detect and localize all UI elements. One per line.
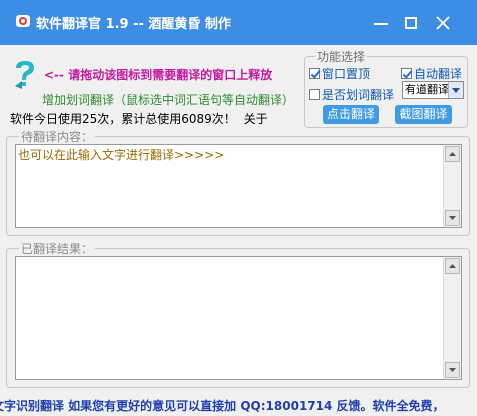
arrow-down-icon bbox=[449, 368, 456, 372]
engine-select[interactable]: 有道翻译 bbox=[402, 81, 464, 99]
auto-translate-label: 自动翻译 bbox=[414, 67, 463, 81]
checkbox-checked-icon bbox=[309, 68, 320, 79]
input-scrollbar[interactable] bbox=[443, 145, 461, 227]
close-button[interactable] bbox=[428, 8, 458, 38]
engine-selected-value: 有道翻译 bbox=[405, 83, 449, 96]
window-title: 软件翻译官 1.9 -- 酒醒黄昏 制作 bbox=[36, 17, 231, 32]
window-top-checkbox[interactable]: 窗口置顶 bbox=[309, 65, 370, 82]
close-icon bbox=[436, 16, 450, 30]
app-window: 软件翻译官 1.9 -- 酒醒黄昏 制作 <-- 请拖动该图标到需要翻译的窗口上… bbox=[0, 0, 477, 416]
usage-count-text: 软件今日使用25次，累计总使用6089次！ bbox=[10, 112, 236, 126]
input-panel: 待翻译内容： 也可以在此输入文字进行翻译>>>>> bbox=[6, 128, 470, 236]
scroll-up-button[interactable] bbox=[445, 258, 460, 274]
result-panel: 已翻译结果： bbox=[6, 240, 470, 388]
maximize-icon bbox=[405, 17, 417, 29]
minimize-button[interactable] bbox=[366, 8, 396, 38]
selection-translate-checkbox[interactable]: 是否划词翻译 bbox=[309, 86, 394, 103]
arrow-up-icon bbox=[449, 152, 456, 156]
screenshot-translate-button[interactable]: 截图翻译 bbox=[395, 105, 452, 124]
minimize-icon bbox=[374, 23, 388, 25]
input-textarea[interactable]: 也可以在此输入文字进行翻译>>>>> bbox=[15, 144, 462, 228]
arrow-up-icon bbox=[449, 264, 456, 268]
function-group-legend: 功能选择 bbox=[315, 48, 368, 65]
function-group: 功能选择 窗口置顶 自动翻译 是否划词翻译 有道翻译 点击翻译 截图翻译 bbox=[304, 48, 468, 128]
chevron-down-icon[interactable] bbox=[448, 82, 463, 98]
app-icon bbox=[16, 15, 30, 27]
footer-text: 文字识别翻译 如果您有更好的意见可以直接加 QQ:18001714 反馈。软件全… bbox=[0, 399, 445, 413]
input-panel-legend: 待翻译内容： bbox=[19, 128, 96, 145]
selection-translate-label: 是否划词翻译 bbox=[322, 88, 395, 102]
selection-translate-hint: 增加划词翻译（鼠标选中词汇语句等自动翻译） bbox=[42, 93, 295, 107]
question-drag-icon[interactable] bbox=[12, 60, 38, 90]
about-link[interactable]: 关于 bbox=[244, 112, 268, 126]
checkbox-checked-icon bbox=[401, 68, 412, 79]
window-top-label: 窗口置顶 bbox=[322, 67, 371, 81]
result-panel-legend: 已翻译结果： bbox=[19, 240, 96, 257]
arrow-down-icon bbox=[449, 216, 456, 220]
scroll-down-button[interactable] bbox=[445, 210, 460, 226]
checkbox-unchecked-icon bbox=[309, 89, 320, 100]
result-textarea[interactable] bbox=[15, 256, 462, 380]
scroll-up-button[interactable] bbox=[445, 146, 460, 162]
click-translate-button[interactable]: 点击翻译 bbox=[323, 105, 379, 124]
maximize-button[interactable] bbox=[396, 8, 426, 38]
scroll-down-button[interactable] bbox=[445, 362, 460, 378]
drag-hint-text: <-- 请拖动该图标到需要翻译的窗口上释放 bbox=[44, 68, 273, 82]
auto-translate-checkbox[interactable]: 自动翻译 bbox=[401, 65, 462, 82]
footer-marquee: 文字识别翻译 如果您有更好的意见可以直接加 QQ:18001714 反馈。软件全… bbox=[0, 396, 477, 416]
result-scrollbar[interactable] bbox=[443, 257, 461, 379]
input-text: 也可以在此输入文字进行翻译>>>>> bbox=[18, 148, 225, 162]
usage-stats: 软件今日使用25次，累计总使用6089次！ 关于 bbox=[10, 110, 268, 127]
title-bar[interactable]: 软件翻译官 1.9 -- 酒醒黄昏 制作 bbox=[0, 0, 477, 45]
